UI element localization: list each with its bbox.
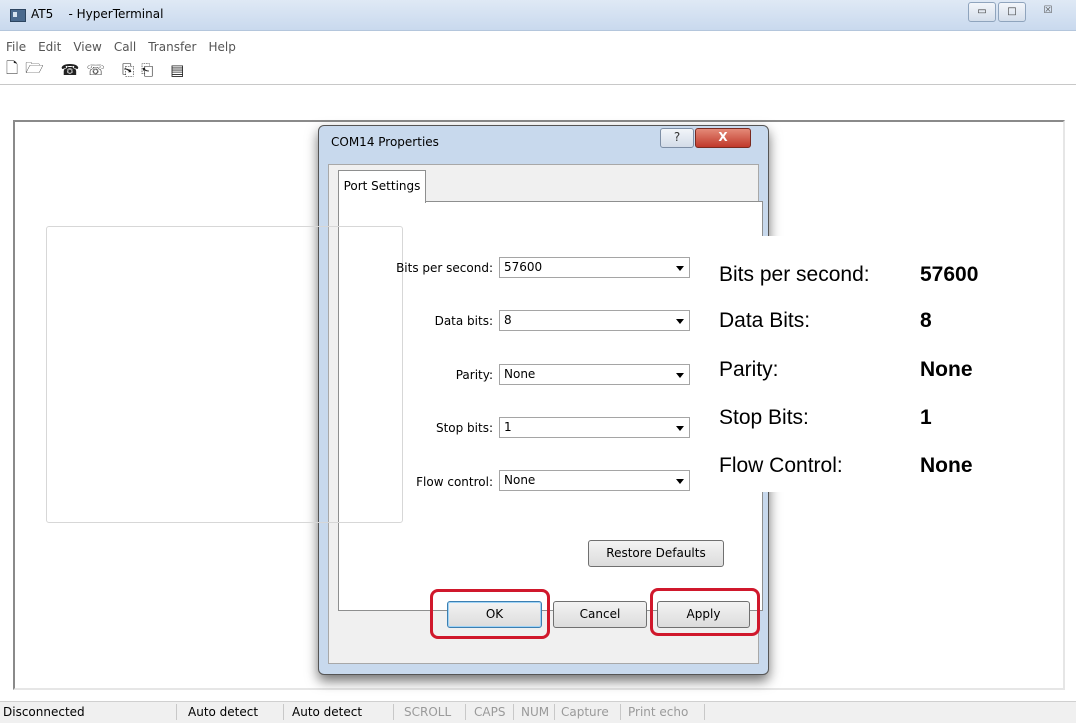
auto-detect-status: Auto detect bbox=[292, 705, 363, 719]
caps-indicator: CAPS bbox=[474, 705, 506, 719]
stop-bits-value: 1 bbox=[504, 420, 512, 434]
capture-indicator: Capture bbox=[561, 705, 609, 719]
menu-help[interactable]: Help bbox=[209, 38, 236, 58]
data-bits-select[interactable]: 8 bbox=[499, 310, 690, 331]
maximize-button[interactable]: □ bbox=[998, 2, 1026, 22]
menu-file[interactable]: File bbox=[6, 38, 26, 58]
dialog-close-button[interactable]: X bbox=[695, 128, 751, 148]
open-icon[interactable]: 🗁 bbox=[25, 58, 44, 83]
dialog-title: COM14 Properties bbox=[331, 135, 439, 149]
ok-highlight bbox=[430, 589, 550, 639]
summary-value: 57600 bbox=[920, 263, 979, 286]
summary-value: None bbox=[920, 454, 973, 477]
bits-per-second-select[interactable]: 57600 bbox=[499, 257, 690, 278]
menu-edit[interactable]: Edit bbox=[38, 38, 61, 58]
title-bar: AT5 - HyperTerminal ▭ □ ☒ bbox=[0, 0, 1076, 31]
dropdown-arrow-icon bbox=[676, 426, 684, 431]
call-icon[interactable]: ☎ bbox=[61, 61, 80, 79]
parity-select[interactable]: None bbox=[499, 364, 690, 385]
data-bits-value: 8 bbox=[504, 313, 512, 327]
num-indicator: NUM bbox=[521, 705, 550, 719]
new-icon[interactable]: 🗋 bbox=[6, 58, 18, 83]
status-divider bbox=[393, 704, 394, 720]
menu-bar: File Edit View Call Transfer Help bbox=[0, 38, 1076, 58]
dropdown-arrow-icon bbox=[676, 319, 684, 324]
summary-label: Bits per second: bbox=[719, 263, 870, 286]
tab-port-settings[interactable]: Port Settings bbox=[338, 170, 426, 203]
summary-value: None bbox=[920, 358, 973, 381]
restore-defaults-button[interactable]: Restore Defaults bbox=[588, 540, 724, 567]
flow-control-value: None bbox=[504, 473, 536, 487]
flow-control-select[interactable]: None bbox=[499, 470, 690, 491]
window-title: AT5 - HyperTerminal bbox=[31, 7, 164, 21]
parity-value: None bbox=[504, 367, 536, 381]
status-divider bbox=[176, 704, 177, 720]
scroll-indicator: SCROLL bbox=[404, 705, 452, 719]
print-echo-indicator: Print echo bbox=[628, 705, 689, 719]
properties-icon[interactable]: ▤ bbox=[170, 61, 184, 79]
status-divider bbox=[513, 704, 514, 720]
window-controls: ▭ □ ☒ bbox=[966, 2, 1068, 22]
close-button[interactable]: ☒ bbox=[1028, 2, 1068, 20]
stop-bits-select[interactable]: 1 bbox=[499, 417, 690, 438]
data-bits-label: Data bits: bbox=[434, 314, 493, 328]
connection-status: Disconnected bbox=[3, 705, 85, 719]
dropdown-arrow-icon bbox=[676, 373, 684, 378]
parity-label: Parity: bbox=[455, 368, 493, 382]
summary-label: Parity: bbox=[719, 358, 779, 381]
status-divider bbox=[283, 704, 284, 720]
send-icon[interactable]: ⎘ bbox=[122, 61, 134, 79]
summary-label: Stop Bits: bbox=[719, 406, 809, 429]
menu-view[interactable]: View bbox=[73, 38, 101, 58]
apply-highlight bbox=[650, 588, 760, 636]
summary-value: 8 bbox=[920, 309, 932, 332]
cancel-button[interactable]: Cancel bbox=[553, 601, 647, 628]
summary-value: 1 bbox=[920, 406, 932, 429]
status-divider bbox=[554, 704, 555, 720]
settings-summary: Bits per second: 57600 Data Bits: 8 Pari… bbox=[704, 236, 1004, 492]
toolbar: 🗋 🗁 ☎ ☏ ⎘ ⎗ ▤ bbox=[0, 58, 1076, 82]
minimize-button[interactable]: ▭ bbox=[968, 2, 996, 22]
bits-per-second-label: Bits per second: bbox=[396, 261, 493, 275]
status-divider bbox=[620, 704, 621, 720]
dropdown-arrow-icon bbox=[676, 479, 684, 484]
summary-label: Data Bits: bbox=[719, 309, 811, 332]
disconnect-icon[interactable]: ☏ bbox=[86, 61, 105, 79]
dropdown-arrow-icon bbox=[676, 266, 684, 271]
receive-icon[interactable]: ⎗ bbox=[141, 61, 153, 79]
status-bar: Disconnected Auto detect Auto detect SCR… bbox=[0, 701, 1076, 723]
stop-bits-label: Stop bits: bbox=[435, 421, 493, 435]
flow-control-label: Flow control: bbox=[416, 475, 493, 489]
summary-label: Flow Control: bbox=[719, 454, 843, 477]
app-icon bbox=[10, 9, 26, 22]
menu-transfer[interactable]: Transfer bbox=[148, 38, 196, 58]
help-button[interactable]: ? bbox=[660, 128, 694, 148]
auto-detect-status: Auto detect bbox=[188, 705, 259, 719]
status-divider bbox=[465, 704, 466, 720]
status-divider bbox=[704, 704, 705, 720]
bits-per-second-value: 57600 bbox=[504, 260, 543, 274]
menu-call[interactable]: Call bbox=[114, 38, 136, 58]
